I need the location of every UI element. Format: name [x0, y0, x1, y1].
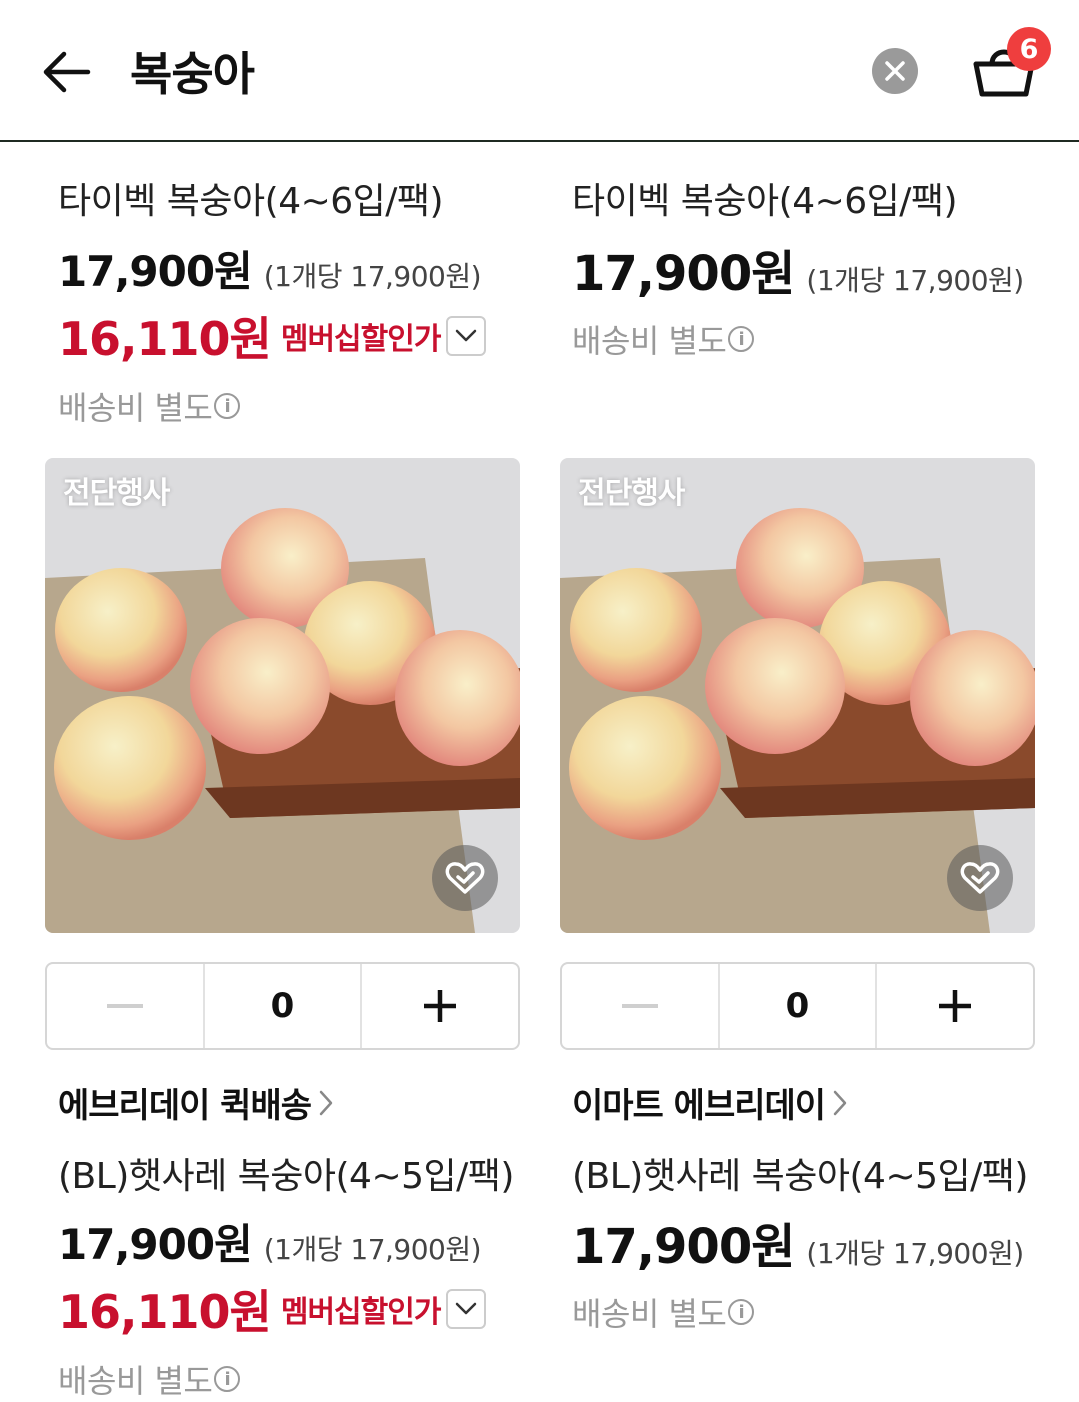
shipping-label: 배송비 별도: [58, 389, 213, 427]
wishlist-button[interactable]: [432, 845, 498, 911]
member-price-dropdown[interactable]: [446, 1289, 487, 1329]
price: 17,900원: [58, 1220, 253, 1269]
product-image[interactable]: 전단행사: [45, 458, 520, 933]
info-icon[interactable]: i: [728, 1299, 755, 1325]
seller-link[interactable]: 이마트 에브리데이: [572, 1078, 1052, 1127]
decrease-button[interactable]: [562, 964, 718, 1048]
price: 17,900원: [572, 1219, 795, 1275]
seller-link[interactable]: 에브리데이 퀵배송: [58, 1078, 538, 1127]
quantity-stepper: 0: [560, 962, 1035, 1050]
seller-name: 에브리데이 퀵배송: [58, 1086, 312, 1126]
chevron-down-icon: [456, 329, 477, 342]
info-icon[interactable]: i: [728, 326, 755, 352]
info-icon[interactable]: i: [214, 1366, 241, 1392]
price-row: 17,900원 (1개당 17,900원): [572, 234, 1052, 304]
plus-icon: [424, 990, 457, 1022]
unit-price: (1개당 17,900원): [263, 260, 482, 293]
clear-icon: [885, 61, 905, 81]
seller-name: 이마트 에브리데이: [572, 1086, 826, 1126]
member-price-row: 16,110원 멤버십할인가: [58, 303, 538, 369]
product-card-text[interactable]: 타이벡 복숭아(4~6입/팩) 17,900원 (1개당 17,900원) 배송…: [572, 172, 1052, 362]
member-price-row: 16,110원 멤버십할인가: [58, 1276, 538, 1342]
unit-price: (1개당 17,900원): [263, 1233, 482, 1266]
product-name[interactable]: 타이벡 복숭아(4~6입/팩): [58, 172, 538, 224]
clear-search-button[interactable]: [872, 48, 918, 94]
wishlist-button[interactable]: [947, 845, 1013, 911]
shipping-info: 배송비 별도 i: [58, 1356, 538, 1402]
product-card-text[interactable]: 타이벡 복숭아(4~6입/팩) 17,900원 (1개당 17,900원) 16…: [58, 172, 538, 429]
price: 17,900원: [58, 247, 253, 296]
wish-heart-icon: [445, 862, 485, 894]
product-name[interactable]: (BL)햇사레 복숭아(4~5입/팩): [572, 1147, 1052, 1199]
shipping-label: 배송비 별도: [572, 322, 727, 360]
chevron-right-icon: [833, 1090, 847, 1115]
shipping-info: 배송비 별도 i: [572, 316, 1052, 362]
price: 17,900원: [572, 246, 795, 302]
member-price-label: 멤버십할인가: [280, 1295, 442, 1330]
event-tag: 전단행사: [578, 476, 685, 511]
quantity-value: 0: [785, 986, 810, 1026]
decrease-button[interactable]: [47, 964, 203, 1048]
unit-price: (1개당 17,900원): [806, 264, 1024, 297]
shipping-info: 배송비 별도 i: [58, 383, 538, 429]
shipping-info: 배송비 별도 i: [572, 1289, 1052, 1335]
cart-count-badge: 6: [1007, 27, 1051, 71]
top-app-bar: 복숭아 6: [0, 0, 1079, 142]
minus-icon: [621, 1004, 658, 1008]
chevron-right-icon: [319, 1090, 333, 1115]
shipping-label: 배송비 별도: [572, 1295, 727, 1333]
event-tag: 전단행사: [63, 476, 170, 511]
product-name[interactable]: (BL)햇사레 복숭아(4~5입/팩): [58, 1147, 538, 1199]
price-row: 17,900원 (1개당 17,900원): [572, 1207, 1052, 1277]
back-button[interactable]: [38, 44, 94, 100]
member-price-dropdown[interactable]: [446, 316, 487, 356]
product-card-text[interactable]: 이마트 에브리데이 (BL)햇사레 복숭아(4~5입/팩) 17,900원 (1…: [572, 1078, 1052, 1335]
product-image[interactable]: 전단행사: [560, 458, 1035, 933]
back-arrow-icon: [43, 51, 91, 93]
chevron-down-icon: [456, 1302, 477, 1315]
wish-heart-icon: [960, 862, 1000, 894]
quantity-value: 0: [270, 986, 295, 1026]
member-price: 16,110원: [58, 1285, 272, 1339]
page-title: 복숭아: [130, 47, 255, 101]
info-icon[interactable]: i: [214, 393, 241, 419]
price-row: 17,900원 (1개당 17,900원): [58, 1211, 538, 1272]
member-price-label: 멤버십할인가: [280, 322, 442, 357]
member-price: 16,110원: [58, 312, 272, 366]
plus-icon: [939, 990, 972, 1022]
unit-price: (1개당 17,900원): [806, 1237, 1024, 1270]
increase-button[interactable]: [360, 964, 518, 1048]
product-card-text[interactable]: 에브리데이 퀵배송 (BL)햇사레 복숭아(4~5입/팩) 17,900원 (1…: [58, 1078, 538, 1402]
quantity-stepper: 0: [45, 962, 520, 1050]
shipping-label: 배송비 별도: [58, 1362, 213, 1400]
product-name[interactable]: 타이벡 복숭아(4~6입/팩): [572, 172, 1052, 224]
increase-button[interactable]: [875, 964, 1033, 1048]
minus-icon: [106, 1004, 143, 1008]
price-row: 17,900원 (1개당 17,900원): [58, 238, 538, 299]
